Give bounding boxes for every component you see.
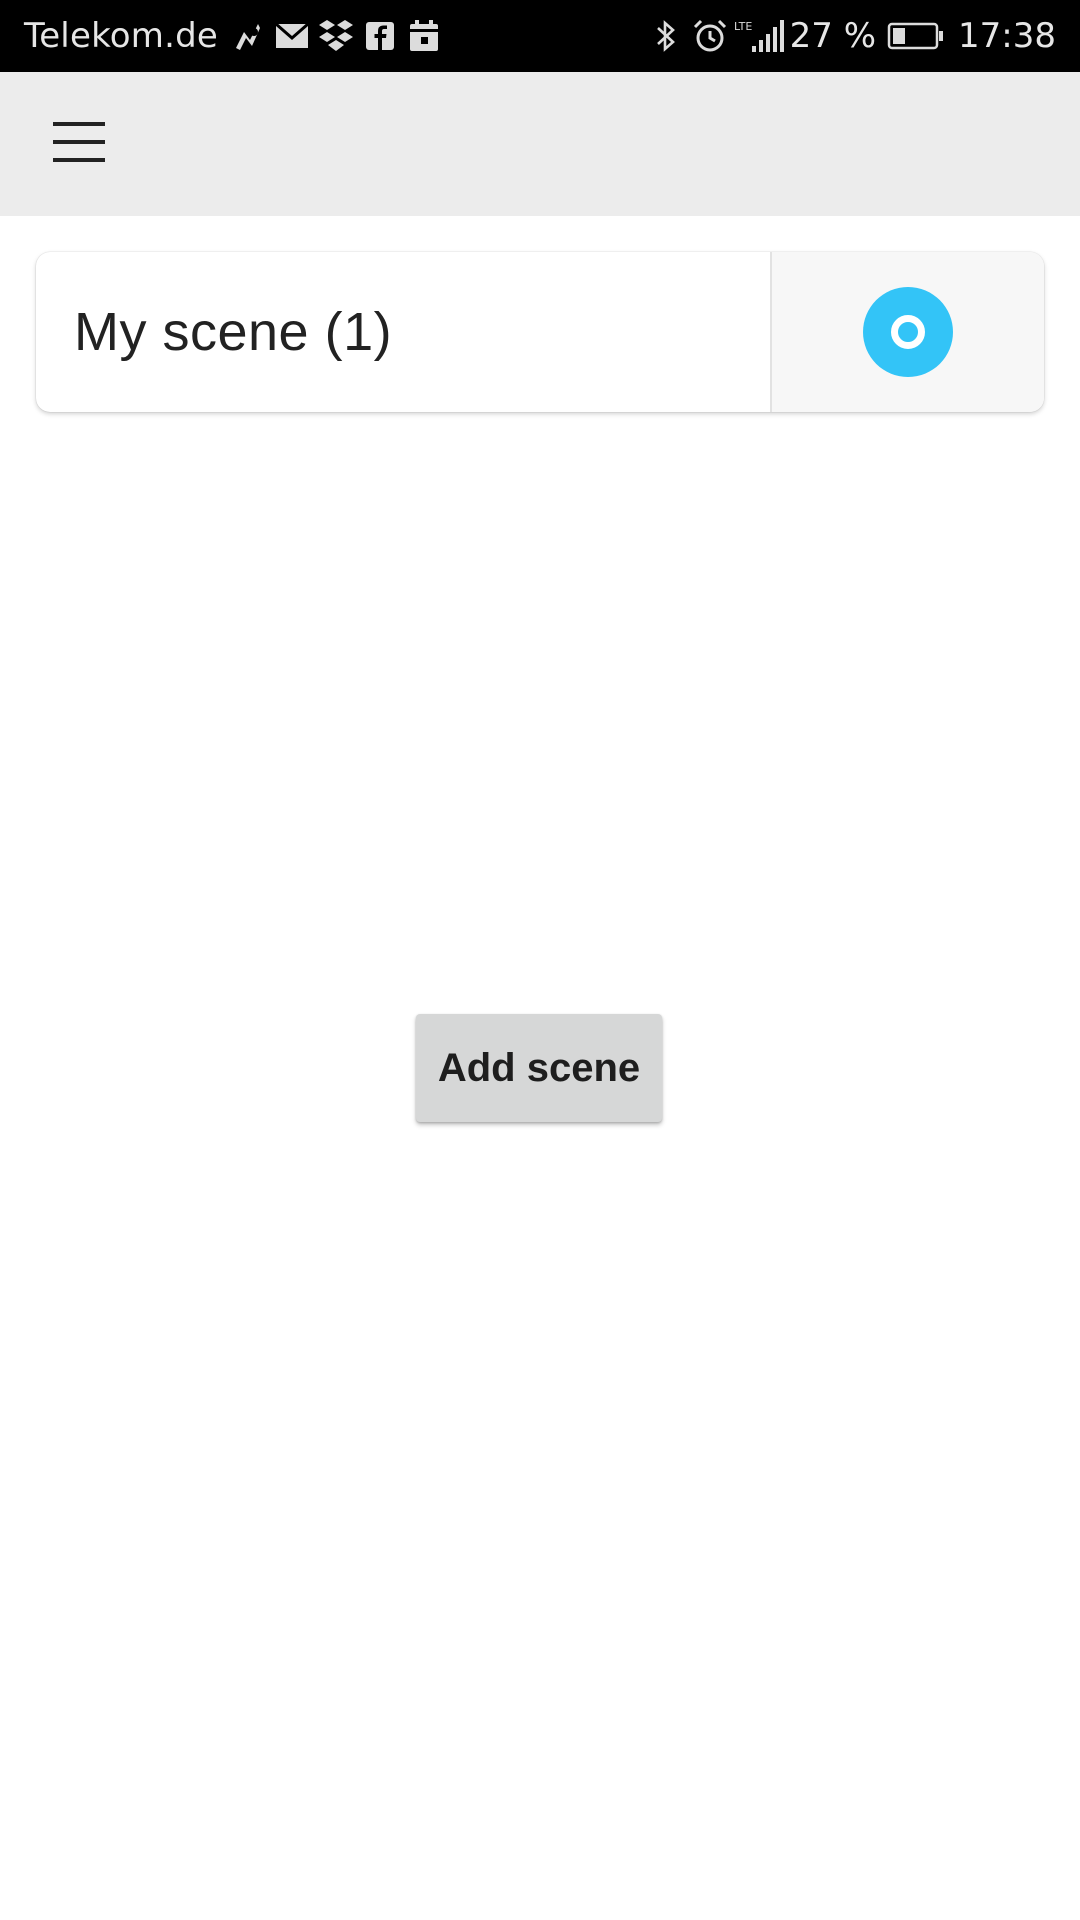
mail-icon [272, 16, 312, 56]
scene-name[interactable]: My scene (1) [36, 252, 770, 412]
activate-scene-button[interactable] [770, 252, 1044, 412]
status-bar-right: LTE 27 % 17:38 [644, 0, 1056, 72]
carrier-label: Telekom.de [24, 16, 218, 56]
battery-percent: 27 % [789, 16, 877, 56]
avast-icon [228, 16, 268, 56]
clock: 17:38 [958, 16, 1056, 56]
dropbox-icon [316, 16, 356, 56]
signal-icon: LTE [734, 16, 784, 56]
hamburger-menu-icon [51, 118, 107, 170]
calendar-icon [404, 16, 444, 56]
scene-card: My scene (1) [36, 252, 1044, 412]
battery-icon [886, 16, 946, 56]
network-type-label: LTE [734, 20, 752, 33]
bluetooth-icon [646, 16, 686, 56]
app-bar [0, 72, 1080, 216]
alarm-icon [690, 16, 730, 56]
status-bar: Telekom.de LTE 27 % 17:38 [0, 0, 1080, 72]
facebook-icon [360, 16, 400, 56]
menu-button[interactable] [40, 112, 118, 176]
scenes-screen: Telekom.de LTE 27 % 17:38 My scene (1) A… [0, 0, 1080, 1920]
status-bar-left: Telekom.de [24, 0, 446, 72]
add-scene-button[interactable]: Add scene [416, 1014, 662, 1122]
activate-ring [891, 315, 925, 349]
activate-scene-icon [863, 287, 953, 377]
